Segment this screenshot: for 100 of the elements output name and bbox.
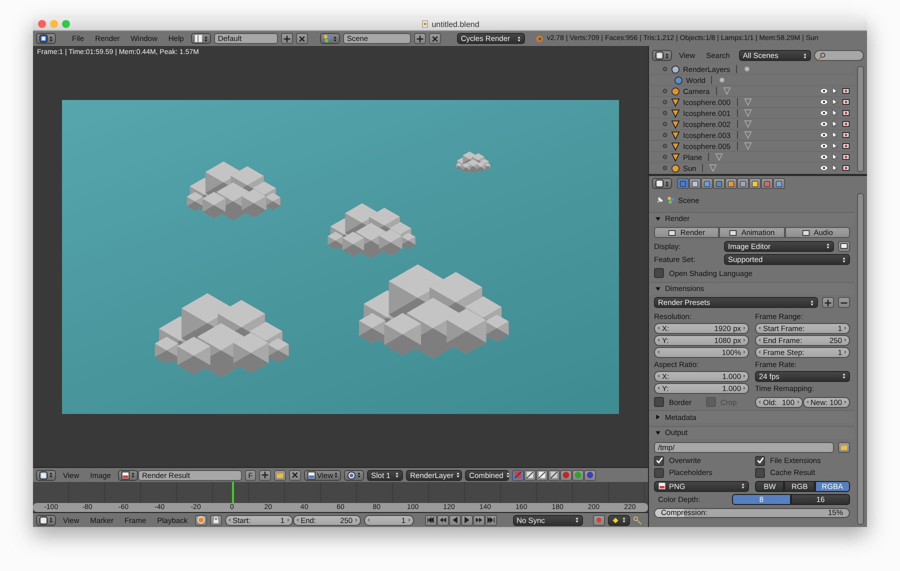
properties-tab[interactable]	[713, 178, 725, 189]
folder-icon	[276, 471, 284, 479]
play-reverse-button[interactable]	[448, 514, 461, 526]
updown-arrows-icon	[842, 256, 846, 264]
scrollbar[interactable]	[857, 193, 864, 525]
properties-tab[interactable]	[773, 178, 785, 189]
editor-icon	[39, 470, 48, 480]
editor-icon	[655, 51, 664, 60]
lock-button[interactable]	[210, 514, 222, 526]
properties-tab[interactable]	[701, 178, 713, 189]
plus-icon	[282, 34, 291, 42]
current-frame-line[interactable]	[232, 482, 234, 503]
play-reverse-icon	[450, 516, 459, 524]
key-icon	[632, 516, 642, 524]
updown-arrows-icon	[395, 471, 400, 479]
updown-arrows-icon	[49, 34, 53, 42]
new-image-button[interactable]	[258, 470, 271, 480]
jump-start-icon	[426, 516, 435, 524]
eye-icon	[820, 153, 828, 161]
properties-tab[interactable]	[737, 178, 749, 189]
right-arrow-icon	[796, 399, 800, 406]
keying-set-dropdown[interactable]	[608, 514, 630, 526]
checkbox[interactable]	[755, 468, 765, 478]
properties-tab[interactable]	[725, 178, 737, 189]
logo-icon	[534, 34, 544, 43]
checkbox[interactable]	[654, 468, 664, 478]
editor-type-button[interactable]	[36, 33, 56, 44]
window-title: untitled.blend	[432, 20, 480, 28]
editor-type-button[interactable]	[36, 470, 56, 480]
window-icon	[840, 242, 848, 250]
checkmark-icon	[756, 457, 764, 464]
jump-start-button[interactable]	[424, 514, 437, 526]
record-button[interactable]	[592, 514, 605, 526]
updown-arrows-icon	[826, 242, 830, 250]
eye-icon	[820, 87, 828, 95]
right-arrow-icon	[408, 517, 411, 523]
updown-arrows-icon	[665, 52, 669, 60]
updown-arrows-icon	[810, 298, 814, 307]
updown-arrows-icon	[802, 52, 807, 60]
scrollbar[interactable]	[857, 66, 864, 172]
updown-arrows-icon	[49, 471, 53, 479]
cross-icon	[430, 34, 439, 42]
next-keyframe-button[interactable]	[472, 514, 485, 526]
left-arrow-icon	[758, 399, 761, 406]
folder-button[interactable]	[838, 442, 850, 453]
editor-type-button[interactable]	[652, 50, 672, 61]
document-icon	[420, 20, 429, 28]
scene-icon	[322, 34, 332, 43]
play-button[interactable]	[460, 514, 473, 526]
record-icon	[594, 516, 603, 524]
right-arrow-icon	[844, 399, 848, 406]
expand-icon	[662, 165, 668, 171]
delete-button[interactable]	[428, 33, 441, 44]
previous-keyframe-button[interactable]	[436, 514, 449, 526]
keying-button[interactable]	[194, 514, 207, 526]
left-arrow-icon	[228, 517, 231, 523]
scene-button[interactable]	[320, 33, 340, 44]
add-preset-button[interactable]	[822, 297, 834, 308]
right-arrow-icon	[286, 517, 290, 523]
checkbox[interactable]	[654, 268, 664, 278]
updown-arrows-icon	[204, 34, 208, 42]
search-icon	[818, 52, 826, 60]
layout-button[interactable]	[190, 33, 211, 44]
eye-icon	[820, 98, 828, 106]
pin-icon	[656, 196, 664, 204]
right-arrow-icon	[354, 517, 358, 523]
lock-icon	[212, 516, 220, 524]
properties-tab[interactable]	[761, 178, 773, 189]
expand-icon	[662, 66, 668, 72]
eye-icon	[820, 120, 828, 128]
cross-icon	[290, 471, 299, 479]
jump-end-button[interactable]	[484, 514, 497, 526]
editor-type-button[interactable]	[652, 178, 672, 189]
open-image-button[interactable]	[274, 470, 286, 480]
properties-tab[interactable]	[677, 178, 689, 189]
updown-arrows-icon	[842, 372, 846, 380]
window-button[interactable]	[838, 240, 850, 252]
plus-icon	[824, 298, 832, 307]
delete-button[interactable]	[296, 33, 308, 44]
add-button[interactable]	[414, 33, 426, 44]
checkmark-icon	[656, 457, 662, 464]
search-field[interactable]	[814, 50, 864, 61]
checkbox[interactable]	[755, 456, 765, 466]
add-button[interactable]	[280, 33, 293, 44]
folder-icon	[840, 443, 848, 452]
keyframe-icon	[612, 516, 619, 524]
checkbox[interactable]	[654, 397, 664, 408]
image-browse-button[interactable]	[118, 470, 138, 480]
remove-preset-button[interactable]	[838, 297, 850, 308]
unlink-button[interactable]	[288, 470, 301, 480]
left-arrow-icon	[366, 517, 370, 523]
left-arrow-icon	[806, 399, 808, 406]
cloud-drawing	[456, 151, 490, 173]
editor-type-button[interactable]	[36, 514, 56, 526]
checkbox[interactable]	[654, 456, 664, 466]
updown-arrows-icon	[456, 471, 460, 479]
properties-tab[interactable]	[689, 178, 701, 189]
display-mode-button[interactable]	[344, 470, 364, 480]
properties-tab[interactable]	[749, 178, 761, 189]
circle-icon	[347, 470, 356, 480]
